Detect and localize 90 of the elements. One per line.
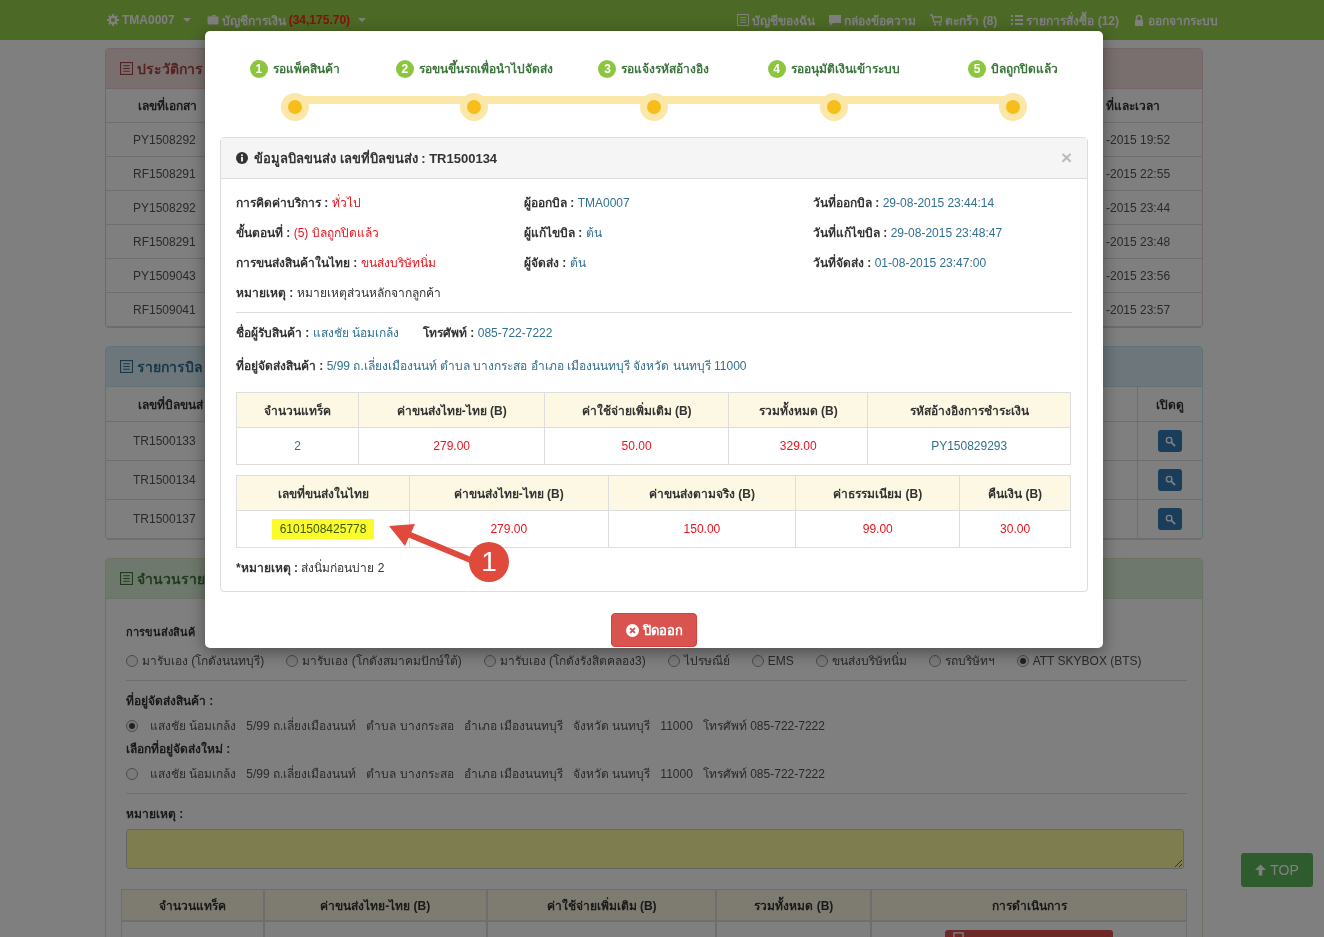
top-button[interactable]: TOP: [1241, 853, 1313, 887]
table-cell-text: -2015 23:48: [1105, 234, 1171, 249]
table-cell-text: RF1509041: [132, 302, 196, 317]
shipping-option[interactable]: มารับเอง (โกดังรังสิตคลอง3): [483, 651, 646, 670]
column-header: คืนเงิน (B): [959, 475, 1071, 511]
panel-title: จำนวนราย: [137, 569, 205, 589]
shipping-option[interactable]: มารับเอง (โกดังนนทบุรี): [126, 651, 265, 670]
column-header: จำนวนแทร็ค: [236, 392, 359, 428]
info-field: หมายเหตุ : หมายเหตุส่วนหลักจากลูกค้า: [236, 283, 1072, 302]
annotation-number: 1: [469, 542, 509, 582]
shipping-option[interactable]: มารับเอง (โกดังสมาคมปักษ์ใต้): [286, 651, 462, 670]
panel-title: ข้อมูลบิลขนส่ง เลขที่บิลขนส่ง : TR1500134: [254, 148, 499, 169]
table-cell-text: -2015 19:52: [1105, 132, 1171, 147]
table-cell: 329.00: [779, 439, 817, 453]
column-header: ค่าขนส่งตามจริง (B): [608, 475, 796, 511]
step-label: 1 รอแพ็คสินค้า: [249, 59, 340, 78]
step-number: 3: [598, 59, 617, 78]
table-cell-text: -2015 23:44: [1105, 200, 1171, 215]
column-header: ค่าขนส่งไทย-ไทย (B): [263, 889, 487, 921]
table-cell-text: PY1508292: [132, 200, 196, 215]
step-number: 2: [395, 59, 414, 78]
column-header: เปิดดู: [1137, 387, 1202, 421]
info-field: ที่อยู่จัดส่งสินค้า : 5/99 ถ.เลี่ยงเมืองนนท์ ตำบล บางกระสอ อำเภอ เมืองนนทบุรี จังหวัด นนทบุรี 11000: [236, 356, 1072, 375]
step-label: 4 รออนุมัติเงินเข้าระบบ: [767, 59, 900, 78]
table-cell: 6101508425778: [271, 519, 375, 539]
column-header: ค่าใช้จ่ายเพิ่มเติม (B): [486, 889, 717, 921]
table-cell: 279.00: [433, 439, 471, 453]
table-cell-text: RF1508291: [132, 234, 196, 249]
info-field: วันที่แก้ไขบิล : 29-08-2015 23:48:47: [813, 223, 1072, 242]
column-header: เลขที่ขนส่งในไทย: [236, 475, 410, 511]
table-cell-text: -2015 22:55: [1105, 166, 1171, 181]
table-cell: 2: [294, 439, 301, 453]
step-label: 2 รอขนขึ้นรถเพื่อนำไปจัดส่ง: [395, 59, 553, 78]
step-number: 4: [767, 59, 786, 78]
column-header: เลขที่บิลขนส่: [137, 395, 203, 414]
close-button[interactable]: ปิดออก: [611, 613, 697, 647]
table-cell: 150.00: [683, 522, 721, 536]
field-label: หมายเหตุ :: [126, 806, 184, 823]
column-header: ค่าใช้จ่ายเพิ่มเติม (B): [544, 392, 729, 428]
shipping-option[interactable]: รถบริษัทฯ: [928, 651, 995, 670]
table-cell: 30.00: [1000, 522, 1031, 536]
table-cell-text: PY1508292: [132, 132, 196, 147]
table-cell-text: RF1508291: [132, 166, 196, 181]
column-header: รวมทั้งหมด (B): [728, 392, 868, 428]
info-field: วันที่ออกบิล : 29-08-2015 23:44:14: [813, 193, 1072, 212]
note-text: *หมายเหตุ : ส่งนิ่มก่อนบ่าย 2: [236, 558, 385, 577]
table-cell-text: PY1509043: [132, 268, 196, 283]
table-cell-text: TR1500134: [132, 473, 196, 487]
table-cell-text: -2015 23:56: [1105, 268, 1171, 283]
info-field: วันที่จัดส่ง : 01-08-2015 23:47:00: [813, 253, 1072, 272]
table-cell: 50.00: [621, 439, 652, 453]
panel-title: รายการบิล: [137, 357, 203, 377]
info-field: ผู้ออกบิล : TMA0007: [524, 193, 813, 212]
column-header: ค่าขนส่งไทย-ไทย (B): [358, 392, 545, 428]
column-header: จำนวนแทร็ค: [121, 889, 264, 921]
shipping-option[interactable]: ไปรษณีย์: [667, 651, 730, 670]
field-label: ที่อยู่จัดส่งสินค้า :: [126, 691, 214, 710]
info-field: การคิดค่าบริการ : ทั่วไป: [236, 193, 524, 212]
step-label: 3 รอแจ้งรหัสอ้างอิง: [598, 59, 710, 78]
field-label: การขนส่งสินค้: [126, 625, 195, 640]
step-number: 1: [249, 59, 268, 78]
table-cell: PY150829293: [931, 439, 1008, 453]
column-header: เลขที่เอกสา: [137, 96, 197, 115]
column-header: ค่าธรรมเนียม (B): [795, 475, 960, 511]
info-field: ผู้จัดส่ง : ต้น: [524, 253, 813, 272]
table-cell: 99.00: [862, 522, 893, 536]
column-header: ค่าขนส่งไทย-ไทย (B): [409, 475, 608, 511]
info-field: ผู้แก้ไขบิล : ต้น: [524, 223, 813, 242]
info-field: ชื่อผู้รับสินค้า : แสงชัย น้อมเกล้ง: [236, 323, 400, 342]
column-header: รหัสอ้างอิงการชำระเงิน: [867, 392, 1071, 428]
shipping-option[interactable]: ATT SKYBOX (BTS): [1016, 651, 1142, 670]
table-cell-text: TR1500137: [132, 512, 196, 526]
table-cell-text: TR1500133: [132, 434, 196, 448]
close-button[interactable]: ×: [1060, 147, 1072, 169]
info-field: โทรศัพท์ : 085-722-7222: [423, 323, 553, 342]
column-header: การดำเนินการ: [871, 889, 1187, 921]
table-cell: 279.00: [490, 522, 528, 536]
shipping-option[interactable]: EMS: [751, 651, 794, 670]
field-label: เลือกที่อยู่จัดส่งใหม่ :: [126, 739, 231, 758]
info-field: การขนส่งสินค้าในไทย : ขนส่งบริษัทนิ่ม: [236, 253, 524, 272]
address-option[interactable]: แสงชัย น้อมเกล้ง 5/99 ถ.เลี่ยงเมืองนนท์ ตำบล บางกระสอ อำเภอ เมืองนนทบุรี จังหวัด นนทบุรี 11000 โทรศัพท์ 085-722-7222: [126, 764, 825, 783]
address-option[interactable]: แสงชัย น้อมเกล้ง 5/99 ถ.เลี่ยงเมืองนนท์ ตำบล บางกระสอ อำเภอ เมืองนนทบุรี จังหวัด นนทบุรี 11000 โทรศัพท์ 085-722-7222: [126, 716, 825, 735]
shipping-option[interactable]: ขนส่งบริษัทนิ่ม: [815, 651, 907, 670]
step-label: 5 บิลถูกปิดแล้ว: [968, 59, 1059, 78]
step-number: 5: [968, 59, 987, 78]
table-cell-text: -2015 23:57: [1105, 302, 1171, 317]
panel-title: ประวัติการ: [137, 59, 203, 79]
column-header: รวมทั้งหมด (B): [716, 889, 872, 921]
column-header: ที่และเวลา: [1105, 96, 1160, 115]
info-field: ขั้นตอนที่ : (5) บิลถูกปิดแล้ว: [236, 223, 524, 242]
